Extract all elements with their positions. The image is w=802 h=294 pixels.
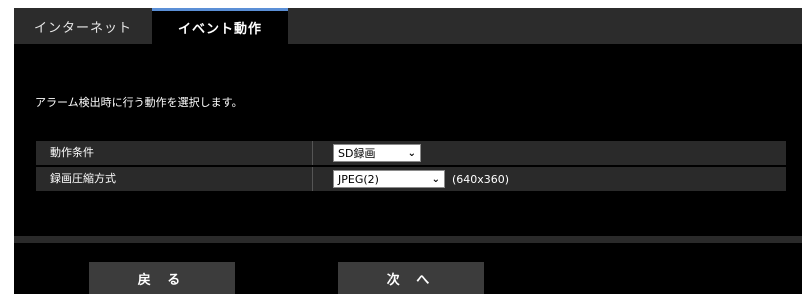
recording-compression-label: 録画圧縮方式 xyxy=(50,172,116,185)
chevron-down-icon: ⌄ xyxy=(407,147,416,159)
table-row-action-condition: 動作条件 SD録画 ⌄ xyxy=(36,141,786,165)
tab-event-action[interactable]: イベント動作 xyxy=(152,8,288,44)
recording-compression-selected-value: JPEG(2) xyxy=(338,172,379,186)
page-description: アラーム検出時に行う動作を選択します。 xyxy=(35,96,243,109)
back-button[interactable]: 戻 る xyxy=(89,262,235,294)
action-condition-value-cell: SD録画 ⌄ xyxy=(312,141,787,165)
settings-table: 動作条件 SD録画 ⌄ 録画圧縮方式 JPEG(2) ⌄ (640x360) xyxy=(36,141,786,193)
action-condition-select[interactable]: SD録画 ⌄ xyxy=(333,144,421,162)
recording-compression-select[interactable]: JPEG(2) ⌄ xyxy=(333,170,445,188)
tab-internet[interactable]: インターネット xyxy=(14,8,152,44)
divider xyxy=(14,236,802,243)
table-row-recording-compression: 録画圧縮方式 JPEG(2) ⌄ (640x360) xyxy=(36,167,786,191)
chevron-down-icon: ⌄ xyxy=(431,173,440,185)
settings-panel: インターネット イベント動作 アラーム検出時に行う動作を選択します。 動作条件 … xyxy=(14,8,802,294)
action-condition-label: 動作条件 xyxy=(50,146,94,159)
action-condition-selected-value: SD録画 xyxy=(338,147,376,160)
next-button[interactable]: 次 へ xyxy=(338,262,484,294)
tab-bar: インターネット イベント動作 xyxy=(14,8,802,44)
recording-compression-value-cell: JPEG(2) ⌄ (640x360) xyxy=(312,167,787,191)
resolution-text: (640x360) xyxy=(452,172,510,186)
